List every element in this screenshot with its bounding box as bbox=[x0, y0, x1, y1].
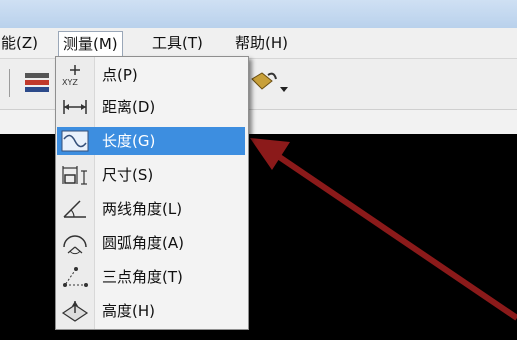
menu-item-distance[interactable]: 距离(D) bbox=[57, 93, 245, 121]
menu-item-length[interactable]: 长度(G) bbox=[57, 127, 245, 155]
menu-item-label: 高度(H) bbox=[102, 302, 155, 320]
menu-function[interactable]: 能(Z) bbox=[0, 32, 42, 54]
three-point-angle-icon bbox=[60, 265, 90, 289]
menu-item-label: 三点角度(T) bbox=[102, 268, 183, 286]
menu-item-label: 距离(D) bbox=[102, 98, 156, 116]
menu-item-two-line-angle[interactable]: 两线角度(L) bbox=[57, 195, 245, 223]
layers-icon[interactable] bbox=[24, 71, 50, 99]
menu-item-arc-angle[interactable]: 圆弧角度(A) bbox=[57, 229, 245, 257]
menu-item-label: 长度(G) bbox=[102, 132, 156, 150]
menu-item-point[interactable]: XYZ 点(P) bbox=[57, 61, 245, 89]
measure-dropdown-menu: XYZ 点(P) 距离(D) 长度(G) 尺寸(S) 两线角度(L) 圆弧角度(… bbox=[55, 56, 249, 330]
menu-item-label: 两线角度(L) bbox=[102, 200, 183, 218]
menu-bar: 能(Z) 测量(M) 工具(T) 帮助(H) bbox=[0, 28, 517, 59]
dimension-icon bbox=[60, 163, 90, 187]
height-icon bbox=[60, 299, 90, 323]
arc-angle-icon bbox=[60, 231, 90, 255]
menu-help[interactable]: 帮助(H) bbox=[231, 32, 292, 54]
two-line-angle-icon bbox=[60, 197, 90, 221]
menu-item-label: 尺寸(S) bbox=[102, 166, 154, 184]
menu-measure[interactable]: 测量(M) bbox=[58, 31, 123, 56]
length-curve-icon bbox=[60, 129, 90, 153]
xyz-caption: XYZ bbox=[62, 78, 78, 87]
distance-icon bbox=[60, 95, 90, 119]
point-xyz-icon: XYZ bbox=[60, 63, 90, 87]
menu-item-three-point-angle[interactable]: 三点角度(T) bbox=[57, 263, 245, 291]
menu-item-label: 点(P) bbox=[102, 66, 138, 84]
menu-item-dimension[interactable]: 尺寸(S) bbox=[57, 161, 245, 189]
toolbar-separator bbox=[9, 69, 10, 97]
menu-item-label: 圆弧角度(A) bbox=[102, 234, 184, 252]
paint-bucket-icon[interactable] bbox=[248, 69, 292, 103]
window-titlebar bbox=[0, 0, 517, 28]
menu-tools[interactable]: 工具(T) bbox=[148, 32, 207, 54]
menu-item-height[interactable]: 高度(H) bbox=[57, 297, 245, 325]
